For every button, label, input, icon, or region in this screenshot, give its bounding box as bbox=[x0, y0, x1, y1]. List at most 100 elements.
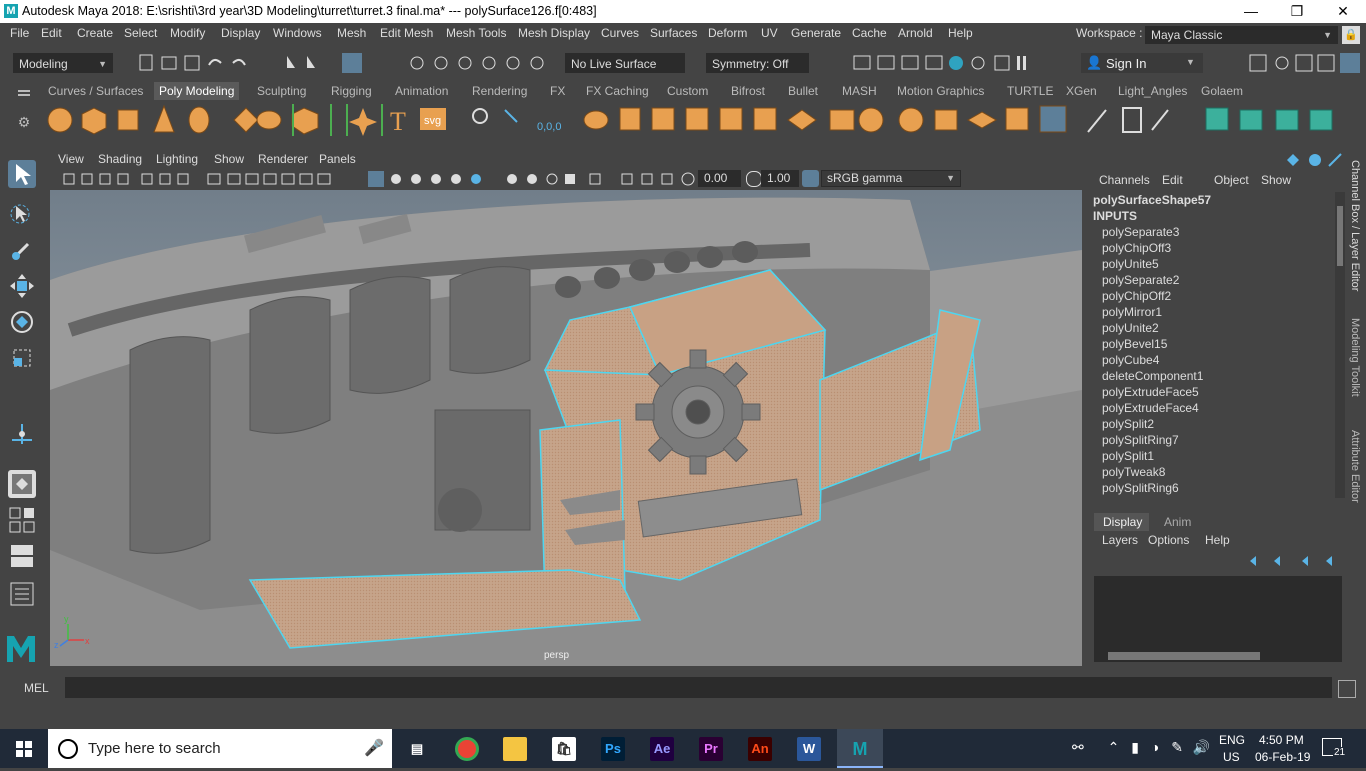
lasso-tool-icon[interactable] bbox=[8, 200, 36, 228]
tab-light-angles[interactable]: Light_Angles bbox=[1113, 82, 1192, 100]
gamma-field[interactable]: 1.00 bbox=[761, 170, 799, 187]
tab-xgen[interactable]: XGen bbox=[1061, 82, 1102, 100]
command-input[interactable] bbox=[65, 677, 1332, 698]
menu-arnold[interactable]: Arnold bbox=[898, 26, 933, 40]
tab-fx[interactable]: FX bbox=[545, 82, 570, 100]
gamma-icon[interactable] bbox=[746, 171, 762, 187]
tab-anim[interactable]: Anim bbox=[1164, 515, 1191, 529]
tab-poly-modeling[interactable]: Poly Modeling bbox=[154, 82, 240, 100]
input-node[interactable]: polySeparate3 bbox=[1102, 225, 1179, 239]
tab-attribute-editor[interactable]: Attribute Editor bbox=[1349, 430, 1361, 503]
menu-edit[interactable]: Edit bbox=[41, 26, 62, 40]
tab-curves-surfaces[interactable]: Curves / Surfaces bbox=[43, 82, 148, 100]
outliner-icon[interactable] bbox=[8, 580, 36, 608]
menu-select[interactable]: Select bbox=[124, 26, 157, 40]
channel-box-scrollbar[interactable] bbox=[1335, 192, 1345, 498]
tab-mash[interactable]: MASH bbox=[837, 82, 882, 100]
animate-icon[interactable]: An bbox=[748, 737, 772, 761]
menu-generate[interactable]: Generate bbox=[791, 26, 841, 40]
menu-windows[interactable]: Windows bbox=[273, 26, 322, 40]
viewport-menu-view[interactable]: View bbox=[58, 152, 84, 166]
tab-golaem[interactable]: Golaem bbox=[1196, 82, 1248, 100]
scale-tool-icon[interactable] bbox=[8, 344, 36, 372]
menu-curves[interactable]: Curves bbox=[601, 26, 639, 40]
menu-create[interactable]: Create bbox=[77, 26, 113, 40]
menu-file[interactable]: File bbox=[10, 26, 29, 40]
tab-custom[interactable]: Custom bbox=[662, 82, 713, 100]
mel-label[interactable]: MEL bbox=[24, 681, 49, 695]
input-node[interactable]: polyCube4 bbox=[1102, 353, 1159, 367]
system-tray[interactable]: ⚯ ⌃ ▮ ◑ ✎ 🔊 bbox=[1072, 739, 1212, 759]
perspective-viewport[interactable]: x y z persp bbox=[50, 190, 1082, 666]
viewport-menu-show[interactable]: Show bbox=[214, 152, 244, 166]
rotate-tool-icon[interactable] bbox=[8, 308, 36, 336]
options-menu[interactable]: Options bbox=[1148, 533, 1189, 547]
viewport-menu-panels[interactable]: Panels bbox=[319, 152, 356, 166]
maya-home-icon[interactable] bbox=[5, 632, 37, 664]
outliner-layout-icon[interactable] bbox=[8, 542, 36, 570]
tab-animation[interactable]: Animation bbox=[390, 82, 453, 100]
minimize-button[interactable]: — bbox=[1228, 0, 1274, 23]
tab-turtle[interactable]: TURTLE bbox=[1002, 82, 1058, 100]
menu-edit-mesh[interactable]: Edit Mesh bbox=[380, 26, 433, 40]
menu-uv[interactable]: UV bbox=[761, 26, 778, 40]
tab-motion-graphics[interactable]: Motion Graphics bbox=[892, 82, 989, 100]
menu-mesh-display[interactable]: Mesh Display bbox=[518, 26, 590, 40]
menu-set-select[interactable]: Modeling ▼ bbox=[13, 53, 113, 73]
after-effects-icon[interactable]: Ae bbox=[650, 737, 674, 761]
channel-object-menu[interactable]: Object bbox=[1214, 173, 1249, 187]
color-space-select[interactable]: sRGB gamma ▼ bbox=[821, 170, 961, 187]
channel-edit-menu[interactable]: Edit bbox=[1162, 173, 1183, 187]
view-transform-icon[interactable] bbox=[802, 170, 819, 187]
shelf-menu-icon[interactable]: ⚙ bbox=[14, 84, 34, 138]
store-icon[interactable]: 🛍 bbox=[552, 737, 576, 761]
input-node[interactable]: polySplit1 bbox=[1102, 449, 1154, 463]
word-icon[interactable]: W bbox=[797, 737, 821, 761]
input-node[interactable]: polySplitRing6 bbox=[1102, 481, 1179, 495]
layers-menu[interactable]: Layers bbox=[1102, 533, 1138, 547]
clock-date[interactable]: 06-Feb-19 bbox=[1255, 750, 1310, 764]
tab-rendering[interactable]: Rendering bbox=[467, 82, 532, 100]
input-node[interactable]: polySeparate2 bbox=[1102, 273, 1179, 287]
move-tool-icon[interactable] bbox=[8, 272, 36, 300]
tab-sculpting[interactable]: Sculpting bbox=[252, 82, 311, 100]
menu-mesh-tools[interactable]: Mesh Tools bbox=[446, 26, 506, 40]
single-perspective-layout-icon[interactable] bbox=[8, 470, 36, 498]
input-node[interactable]: polySplitRing7 bbox=[1102, 433, 1179, 447]
photoshop-icon[interactable]: Ps bbox=[601, 737, 625, 761]
layer-horizontal-scrollbar[interactable] bbox=[1094, 650, 1342, 662]
file-explorer-icon[interactable] bbox=[503, 737, 527, 761]
premiere-icon[interactable]: Pr bbox=[699, 737, 723, 761]
input-node[interactable]: polyExtrudeFace5 bbox=[1102, 385, 1199, 399]
input-node[interactable]: polyChipOff3 bbox=[1102, 241, 1171, 255]
paint-select-tool-icon[interactable] bbox=[8, 236, 36, 264]
language-top[interactable]: ENG bbox=[1219, 733, 1245, 747]
restore-button[interactable]: ❐ bbox=[1274, 0, 1320, 23]
script-editor-icon[interactable] bbox=[1338, 680, 1356, 698]
channels-menu[interactable]: Channels bbox=[1099, 173, 1150, 187]
close-button[interactable]: ✕ bbox=[1320, 0, 1366, 23]
lock-icon[interactable]: 🔒 bbox=[1342, 26, 1360, 44]
symmetry-select[interactable]: Symmetry: Off bbox=[706, 53, 809, 73]
menu-display[interactable]: Display bbox=[221, 26, 260, 40]
taskbar-search-box[interactable]: Type here to search 🎤 bbox=[48, 729, 392, 768]
tab-fx-caching[interactable]: FX Caching bbox=[581, 82, 654, 100]
viewport-menu-lighting[interactable]: Lighting bbox=[156, 152, 198, 166]
input-node[interactable]: polyTweak8 bbox=[1102, 465, 1165, 479]
tab-bifrost[interactable]: Bifrost bbox=[726, 82, 770, 100]
layer-list[interactable] bbox=[1094, 576, 1342, 650]
workspace-toggles-group[interactable] bbox=[1248, 53, 1366, 75]
input-node[interactable]: polyUnite5 bbox=[1102, 257, 1159, 271]
channel-show-menu[interactable]: Show bbox=[1261, 173, 1291, 187]
menu-modify[interactable]: Modify bbox=[170, 26, 205, 40]
chrome-icon[interactable] bbox=[455, 737, 479, 761]
menu-mesh[interactable]: Mesh bbox=[337, 26, 366, 40]
select-tool-icon[interactable] bbox=[8, 160, 36, 188]
channel-box-icons[interactable] bbox=[1285, 152, 1345, 168]
menu-deform[interactable]: Deform bbox=[708, 26, 747, 40]
layer-buttons[interactable] bbox=[1246, 553, 1342, 569]
workspace-select[interactable]: Maya Classic ▼ bbox=[1145, 26, 1338, 44]
input-node[interactable]: deleteComponent1 bbox=[1102, 369, 1203, 383]
language-bottom[interactable]: US bbox=[1223, 750, 1240, 764]
render-tools-group[interactable] bbox=[850, 53, 1040, 75]
